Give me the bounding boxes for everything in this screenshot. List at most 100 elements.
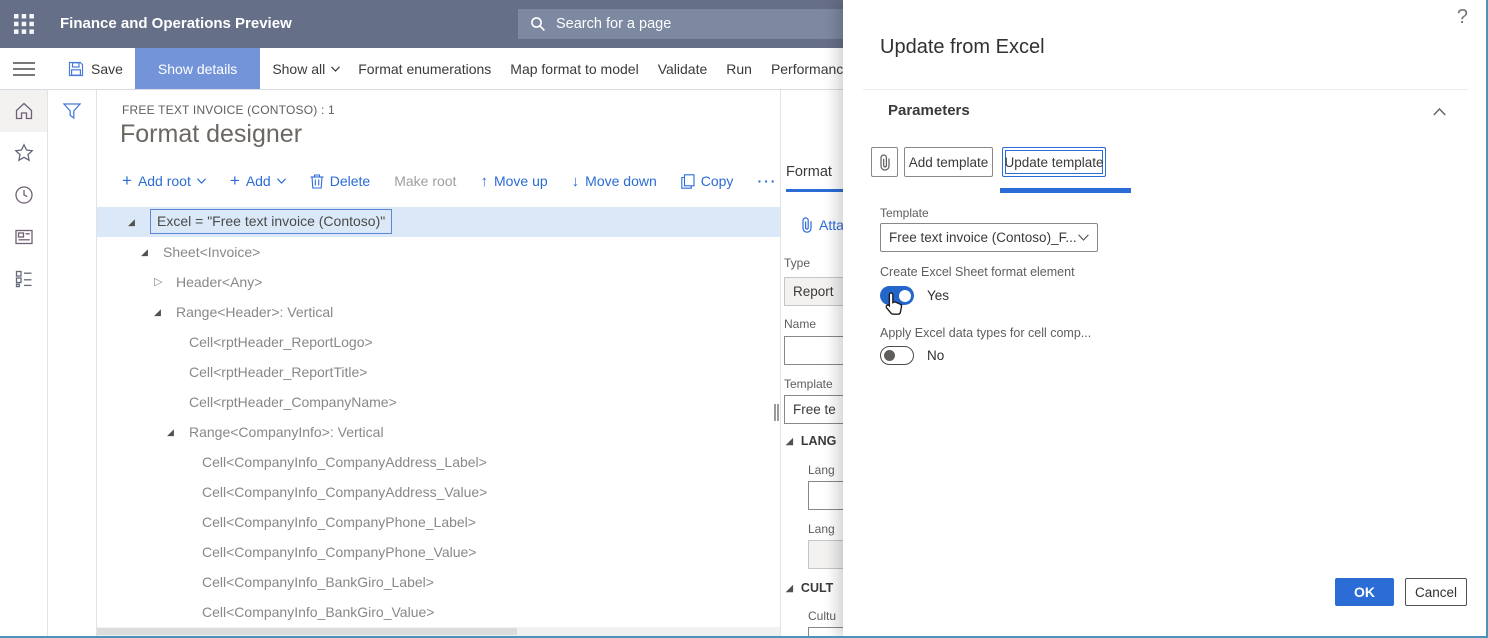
delete-button[interactable]: Delete bbox=[310, 173, 370, 189]
collapse-icon: ◢ bbox=[786, 436, 793, 447]
more-options-button[interactable]: ··· bbox=[757, 173, 777, 189]
hamburger-menu-icon[interactable] bbox=[13, 61, 35, 77]
sidebar-item-favorites[interactable] bbox=[0, 132, 47, 174]
language-section-header[interactable]: ◢ LANG bbox=[786, 434, 836, 448]
panel-splitter-handle[interactable] bbox=[774, 404, 779, 421]
save-icon bbox=[68, 61, 84, 77]
tree-node-label: Cell<rptHeader_CompanyName> bbox=[189, 387, 397, 417]
sidebar-item-workspaces[interactable] bbox=[0, 216, 47, 258]
language-label-1: Lang bbox=[808, 463, 835, 477]
show-details-button[interactable]: Show details bbox=[135, 48, 260, 89]
tree-row[interactable]: Cell<CompanyInfo_CompanyAddress_Value> bbox=[97, 477, 780, 507]
star-icon bbox=[14, 143, 34, 163]
chevron-down-icon bbox=[197, 178, 206, 184]
create-sheet-label: Create Excel Sheet format element bbox=[880, 265, 1075, 279]
plus-icon: + bbox=[230, 174, 240, 188]
tree-node-label: Cell<rptHeader_ReportLogo> bbox=[189, 327, 373, 357]
apply-types-label: Apply Excel data types for cell comp... bbox=[880, 326, 1091, 340]
format-enumerations-button[interactable]: Format enumerations bbox=[358, 61, 491, 77]
update-template-button[interactable]: Update template bbox=[1002, 147, 1106, 177]
save-button[interactable]: Save bbox=[68, 61, 123, 77]
update-from-excel-dialog: ? Update from Excel Parameters Add templ… bbox=[843, 0, 1488, 638]
culture-section-header[interactable]: ◢ CULT bbox=[786, 581, 833, 595]
tree-toolbar: + Add root + Add Delete Make root ↑ Move… bbox=[122, 168, 801, 194]
tree-node-label: Cell<CompanyInfo_CompanyPhone_Label> bbox=[202, 507, 476, 537]
tree-node-label: Range<Header>: Vertical bbox=[176, 297, 333, 327]
make-root-button[interactable]: Make root bbox=[394, 173, 456, 189]
tree-row[interactable]: ◢ Range<Header>: Vertical bbox=[97, 297, 780, 327]
collapse-icon[interactable]: ◢ bbox=[154, 297, 161, 327]
show-all-dropdown[interactable]: Show all bbox=[272, 61, 340, 77]
add-root-button[interactable]: + Add root bbox=[122, 173, 206, 189]
parameters-section-header: Parameters bbox=[888, 102, 970, 119]
dialog-title: Update from Excel bbox=[880, 36, 1045, 59]
tree-horizontal-scrollbar[interactable] bbox=[97, 627, 780, 636]
tree-node-label: Sheet<Invoice> bbox=[163, 237, 260, 267]
tree-node-label: Cell<CompanyInfo_CompanyAddress_Label> bbox=[202, 447, 487, 477]
validate-button[interactable]: Validate bbox=[658, 61, 708, 77]
collapse-icon[interactable]: ◢ bbox=[141, 237, 148, 267]
move-down-button[interactable]: ↓ Move down bbox=[572, 173, 657, 190]
scrollbar-thumb[interactable] bbox=[97, 628, 517, 635]
tree-row[interactable]: ▷ Header<Any> bbox=[97, 267, 780, 297]
tab-format[interactable]: Format bbox=[786, 164, 832, 180]
help-icon[interactable]: ? bbox=[1457, 6, 1468, 29]
collapse-icon[interactable]: ◢ bbox=[167, 417, 174, 447]
add-button[interactable]: + Add bbox=[230, 173, 286, 189]
search-input[interactable]: Search for a page bbox=[518, 9, 844, 39]
cancel-button[interactable]: Cancel bbox=[1405, 578, 1467, 606]
sidebar-item-recent[interactable] bbox=[0, 174, 47, 216]
copy-icon bbox=[681, 174, 695, 189]
plus-icon: + bbox=[122, 174, 132, 188]
trash-icon bbox=[310, 174, 324, 189]
tree-row[interactable]: ◢Range<CompanyInfo>: Vertical bbox=[97, 417, 780, 447]
collapse-icon[interactable]: ◢ bbox=[128, 207, 135, 237]
copy-button[interactable]: Copy bbox=[681, 173, 734, 189]
performance-button[interactable]: Performance bbox=[771, 61, 851, 77]
paperclip-icon bbox=[801, 217, 813, 233]
tree-row[interactable]: Cell<CompanyInfo_BankGiro_Value> bbox=[97, 597, 780, 627]
sidebar-item-home[interactable] bbox=[0, 90, 47, 132]
filter-icon[interactable] bbox=[62, 101, 82, 121]
ok-button[interactable]: OK bbox=[1335, 578, 1394, 606]
attach-file-button[interactable] bbox=[871, 147, 898, 177]
tree-row[interactable]: Cell<CompanyInfo_BankGiro_Label> bbox=[97, 567, 780, 597]
map-format-to-model-button[interactable]: Map format to model bbox=[510, 61, 638, 77]
app-launcher-waffle-icon[interactable] bbox=[13, 13, 35, 35]
toggle-knob bbox=[899, 290, 911, 302]
divider bbox=[863, 89, 1468, 90]
move-up-button[interactable]: ↑ Move up bbox=[480, 173, 547, 190]
tree-node-edit-box[interactable]: Excel = "Free text invoice (Contoso)" bbox=[150, 209, 392, 234]
tree-node-label: Header<Any> bbox=[176, 267, 262, 297]
chevron-up-icon[interactable] bbox=[1433, 108, 1446, 116]
page-caption: FREE TEXT INVOICE (CONTOSO) : 1 bbox=[122, 103, 335, 117]
left-nav-sidebar bbox=[0, 90, 48, 638]
chevron-down-icon bbox=[1078, 234, 1089, 241]
attachments-link[interactable]: Atta bbox=[801, 217, 844, 233]
tree-row[interactable]: Cell<CompanyInfo_CompanyPhone_Label> bbox=[97, 507, 780, 537]
tree-row[interactable]: ◢ Excel = "Free text invoice (Contoso)" bbox=[97, 207, 780, 237]
tree-row[interactable]: Cell<CompanyInfo_CompanyAddress_Label> bbox=[97, 447, 780, 477]
sidebar-item-modules[interactable] bbox=[0, 258, 47, 300]
search-icon bbox=[530, 16, 546, 32]
search-placeholder: Search for a page bbox=[556, 16, 671, 32]
filter-pane-strip bbox=[48, 90, 97, 638]
format-structure-tree: ◢Excel = "Free text invoice (Contoso)"◢S… bbox=[97, 207, 780, 628]
tree-row[interactable]: Cell<rptHeader_ReportLogo> bbox=[97, 327, 780, 357]
add-template-button[interactable]: Add template bbox=[904, 147, 993, 177]
tree-row[interactable]: ◢ Sheet<Invoice> bbox=[97, 237, 780, 267]
create-sheet-toggle[interactable] bbox=[880, 286, 914, 305]
tree-row[interactable]: Cell<CompanyInfo_CompanyPhone_Value> bbox=[97, 537, 780, 567]
toggle-knob bbox=[884, 350, 895, 361]
tab-active-indicator bbox=[786, 189, 846, 192]
expand-icon[interactable]: ▷ bbox=[154, 267, 162, 297]
selected-option-indicator bbox=[1000, 188, 1131, 193]
run-button[interactable]: Run bbox=[726, 61, 752, 77]
template-dropdown[interactable]: Free text invoice (Contoso)_F... bbox=[880, 223, 1098, 252]
tree-row[interactable]: Cell<rptHeader_CompanyName> bbox=[97, 387, 780, 417]
tree-row[interactable]: Cell<rptHeader_ReportTitle> bbox=[97, 357, 780, 387]
culture-label: Cultu bbox=[808, 609, 836, 623]
home-icon bbox=[14, 101, 34, 121]
apply-types-toggle[interactable] bbox=[880, 346, 914, 365]
clock-icon bbox=[14, 185, 34, 205]
